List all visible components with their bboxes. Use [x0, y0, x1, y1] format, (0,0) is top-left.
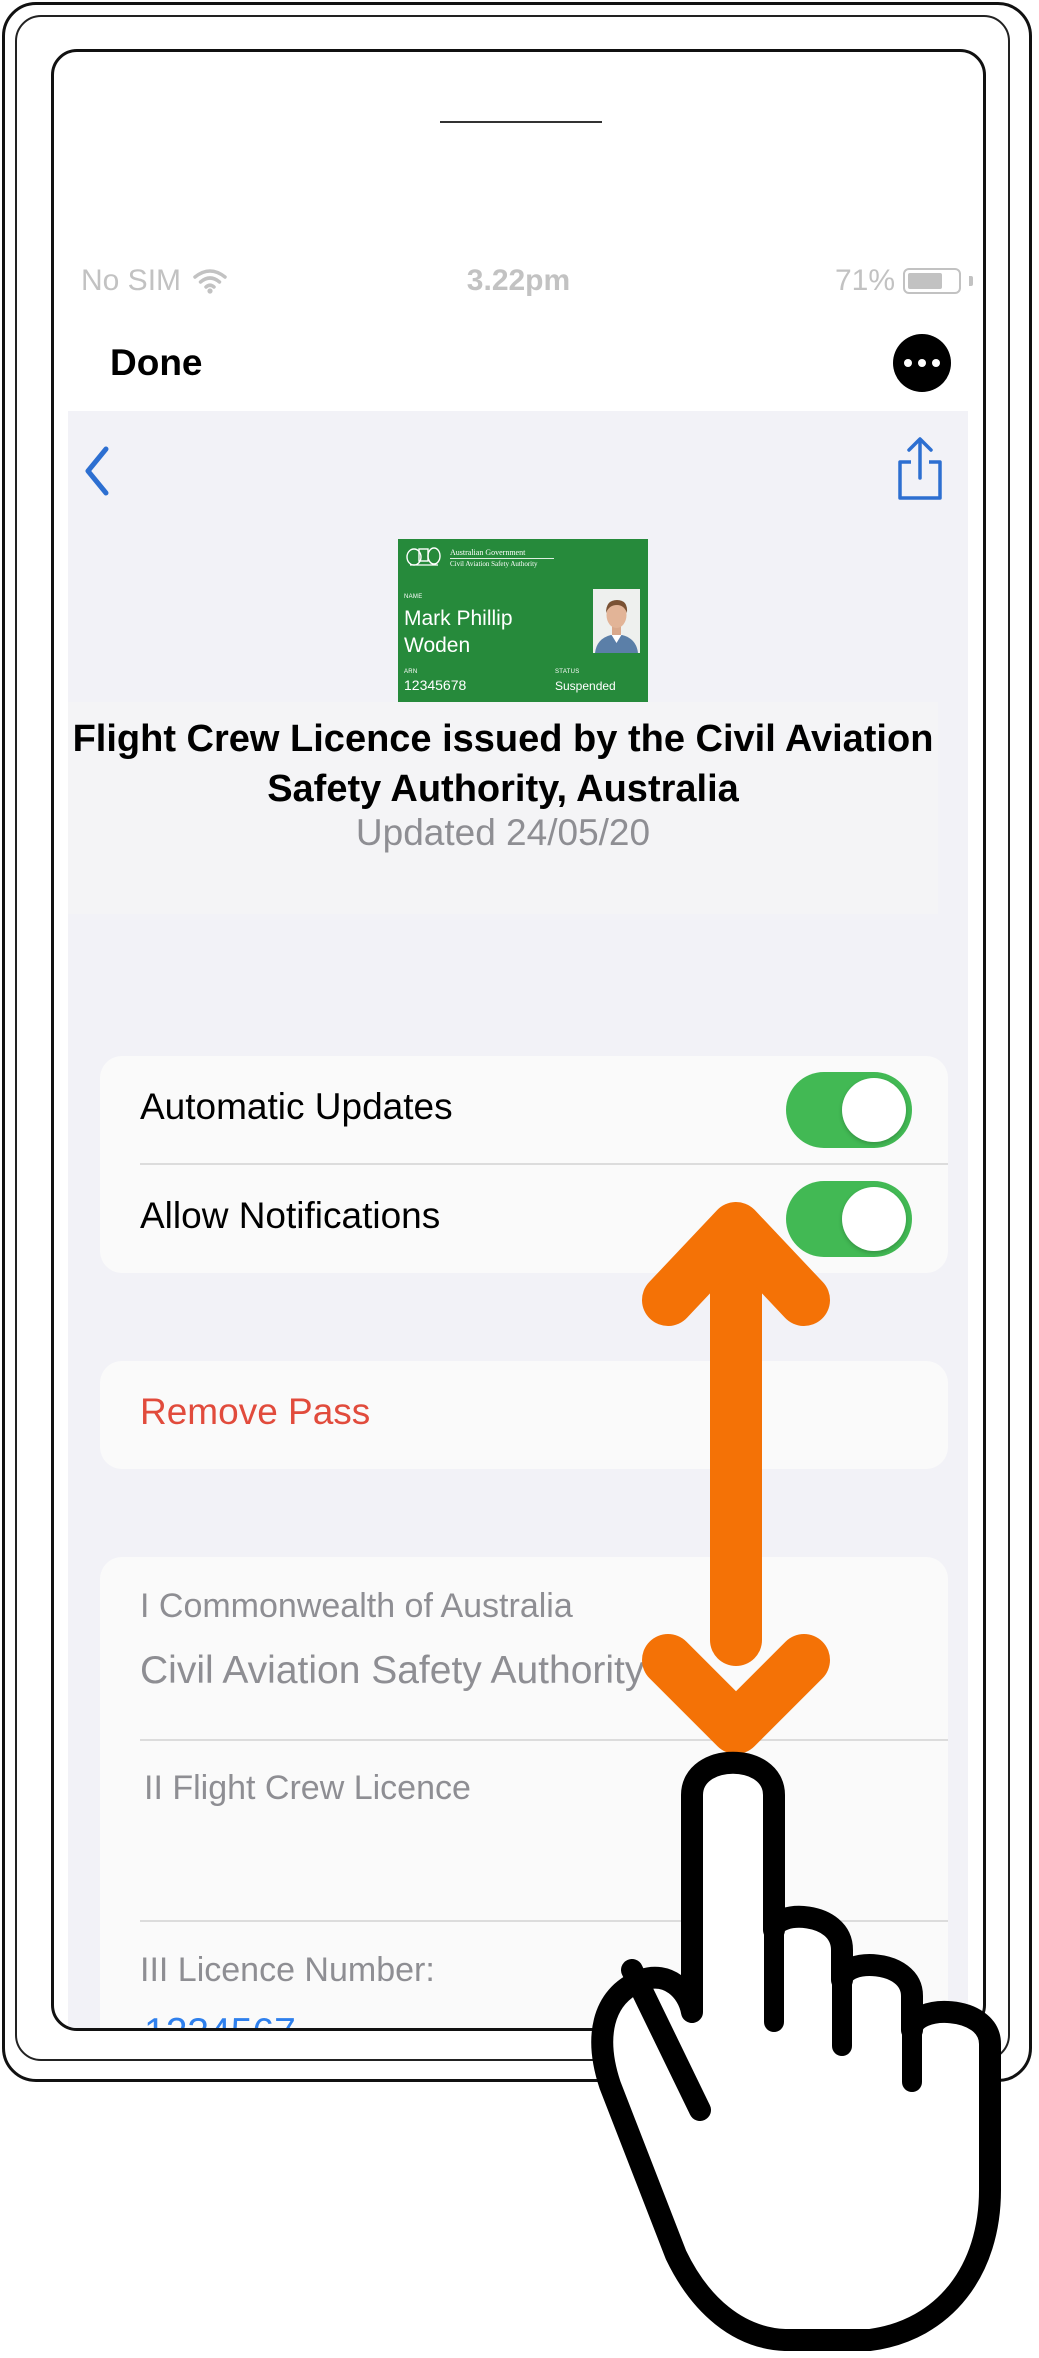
allow-notifications-toggle[interactable]: [786, 1181, 912, 1257]
pass-details-group: I Commonwealth of Australia Civil Aviati…: [100, 1557, 948, 2028]
card-holder-name: Mark Phillip Woden: [404, 607, 513, 657]
row-divider: [140, 1739, 948, 1741]
issuer-value: Civil Aviation Safety Authority: [140, 1649, 645, 1692]
card-agency-line: Civil Aviation Safety Authority: [450, 560, 538, 568]
pass-details-content[interactable]: Australian Government Civil Aviation Saf…: [68, 411, 968, 2028]
battery-icon: [903, 268, 961, 294]
done-button[interactable]: Done: [110, 342, 203, 384]
licence-card-thumbnail[interactable]: Australian Government Civil Aviation Saf…: [398, 539, 648, 702]
remove-pass-button[interactable]: Remove Pass: [140, 1391, 370, 1433]
battery-percent: 71%: [834, 264, 895, 297]
row-divider: [140, 1920, 948, 1922]
share-icon[interactable]: [894, 436, 946, 502]
holder-photo: [593, 589, 640, 653]
pass-title: Flight Crew Licence issued by the Civil …: [72, 718, 934, 810]
card-name-label: NAME: [404, 594, 423, 600]
automatic-updates-row[interactable]: Automatic Updates: [100, 1056, 948, 1164]
chevron-left-icon[interactable]: [78, 441, 118, 501]
settings-group: Automatic Updates Allow Notifications: [100, 1056, 948, 1273]
automatic-updates-label: Automatic Updates: [140, 1086, 453, 1127]
licence-type-caption: II Flight Crew Licence: [144, 1769, 471, 1807]
licence-number-caption: III Licence Number:: [140, 1951, 435, 1989]
pass-title-block: Flight Crew Licence issued by the Civil …: [68, 702, 938, 914]
remove-pass-group: Remove Pass: [100, 1361, 948, 1469]
automatic-updates-toggle[interactable]: [786, 1072, 912, 1148]
pass-updated-date: Updated 24/05/20: [355, 812, 651, 853]
battery-tip: [969, 276, 973, 286]
ellipsis-icon[interactable]: [893, 334, 951, 392]
coat-of-arms-icon: [406, 547, 441, 566]
card-arn-value: 12345678: [404, 677, 467, 693]
issuer-caption: I Commonwealth of Australia: [140, 1587, 573, 1625]
battery-status: 71%: [835, 264, 973, 298]
card-status-value: Suspended: [555, 679, 616, 693]
allow-notifications-row[interactable]: Allow Notifications: [100, 1165, 948, 1273]
licence-number-value[interactable]: 1234567: [144, 2011, 296, 2028]
card-status-label: STATUS: [555, 669, 580, 675]
battery-level-fill: [908, 273, 943, 289]
sheet-grabber[interactable]: [440, 121, 602, 123]
card-divider: [450, 558, 554, 559]
phone-screen: No SIM 3.22pm 71% Done Australian Govern…: [51, 49, 986, 2031]
card-arn-label: ARN: [404, 669, 418, 675]
status-bar: No SIM 3.22pm 71%: [54, 264, 983, 312]
allow-notifications-label: Allow Notifications: [140, 1195, 441, 1236]
card-government-line: Australian Government: [450, 548, 526, 557]
